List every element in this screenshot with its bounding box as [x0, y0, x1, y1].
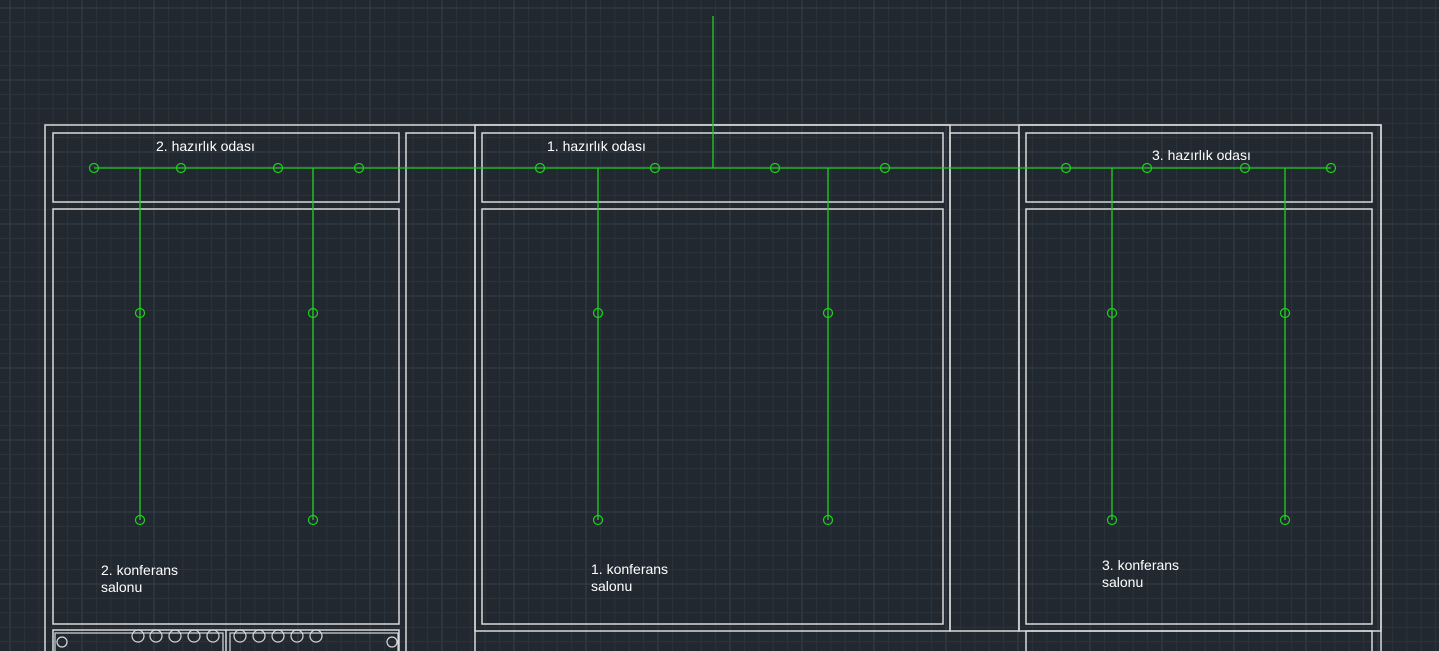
prep-room-2-label: 2. hazırlık odası [156, 138, 255, 154]
seat-icon [290, 629, 304, 643]
pipe-network [94, 16, 1331, 520]
seat-icon [206, 629, 220, 643]
conference-hall-2-line2: salonu [101, 579, 143, 595]
background-grid [0, 0, 1439, 651]
outlet-nodes [88, 162, 1337, 526]
conference-hall-2-label: 2. konferans salonu [101, 562, 178, 596]
seat-icon [168, 629, 182, 643]
seat-icon [131, 629, 145, 643]
floor-plan-walls [44, 124, 1382, 651]
conference-hall-3-line1: 3. konferans [1102, 557, 1180, 573]
prep-room-1-label: 1. hazırlık odası [547, 138, 646, 154]
seat-icon [187, 629, 201, 643]
prep-room-3-label: 3. hazırlık odası [1152, 147, 1251, 163]
conference-hall-3-line2: salonu [1102, 574, 1144, 590]
corridor-left-wall [405, 132, 476, 651]
conference-hall-1-label: 1. konferans salonu [591, 561, 668, 595]
cad-drawing-canvas[interactable] [0, 0, 1439, 651]
seat-icon [271, 629, 285, 643]
conference-hall-2-line1: 2. konferans [101, 562, 179, 578]
seat-icon [309, 629, 323, 643]
building-outline [44, 124, 1382, 651]
conference-hall-1-line2: salonu [591, 578, 633, 594]
conference-hall-3-label: 3. konferans salonu [1102, 557, 1179, 591]
seat-icon [149, 629, 163, 643]
conference-hall-1-line1: 1. konferans [591, 561, 669, 577]
